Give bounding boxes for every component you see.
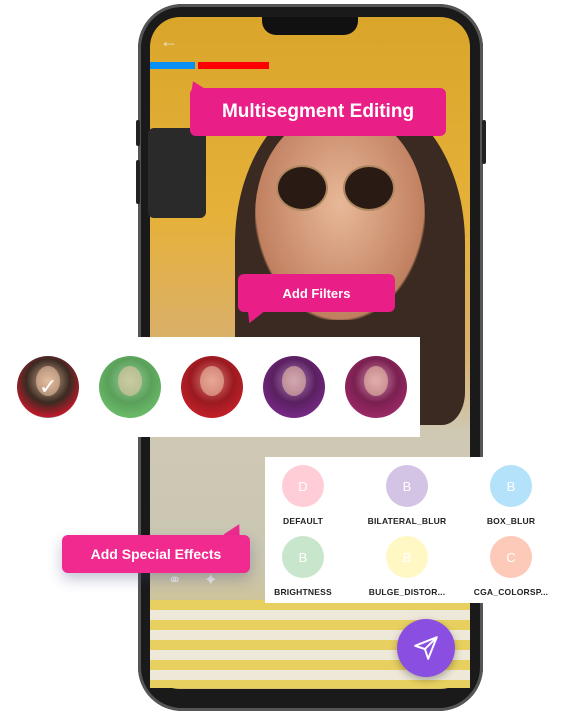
effect-avatar: D [282, 465, 324, 507]
callout-effects: Add Special Effects [62, 535, 250, 573]
effect-avatar: B [490, 465, 532, 507]
effect-item[interactable]: B BOX_BLUR [461, 465, 561, 526]
arrow-left-icon[interactable]: ← [160, 31, 178, 52]
effect-item[interactable]: B BULGE_DISTOR... [357, 536, 457, 597]
effect-label: BOX_BLUR [486, 516, 536, 526]
effect-label: CGA_COLORSP... [473, 587, 549, 597]
effect-avatar: B [282, 536, 324, 578]
filter-thumb-purple[interactable] [263, 356, 325, 418]
filter-thumb-magenta[interactable] [345, 356, 407, 418]
effects-panel: D DEFAULT B BILATERAL_BLUR B BOX_BLUR B BRIG… [265, 457, 565, 603]
magic-wand-icon[interactable]: ✦ [204, 570, 217, 590]
effect-label: BULGE_DISTOR... [368, 587, 446, 597]
effect-label: BRIGHTNESS [274, 587, 332, 597]
notch [262, 17, 358, 35]
overlapping-circles-icon[interactable]: ⚭ [168, 570, 181, 590]
photo-glasses [343, 165, 395, 211]
effect-item[interactable]: B BILATERAL_BLUR [357, 465, 457, 526]
phone-button [482, 120, 486, 164]
effect-item[interactable]: B BRIGHTNESS [253, 536, 353, 597]
phone-button [136, 120, 140, 146]
segment-2[interactable] [198, 62, 269, 69]
phone-button [136, 160, 140, 204]
effect-avatar: C [490, 536, 532, 578]
filter-thumb-green[interactable] [99, 356, 161, 418]
effect-avatar: B [386, 465, 428, 507]
effect-avatar: B [386, 536, 428, 578]
filter-thumb-red[interactable] [181, 356, 243, 418]
photo-phone [148, 128, 206, 218]
effect-label: BILATERAL_BLUR [367, 516, 447, 526]
photo-glasses [276, 165, 328, 211]
effect-item[interactable]: C CGA_COLORSP... [461, 536, 561, 597]
filter-thumb-original[interactable]: ✓ [17, 356, 79, 418]
callout-multisegment: Multisegment Editing [190, 88, 446, 136]
effect-label: DEFAULT [283, 516, 323, 526]
checkmark-icon: ✓ [39, 374, 58, 399]
send-icon [414, 636, 438, 660]
effect-item[interactable]: D DEFAULT [253, 465, 353, 526]
segment-1[interactable] [150, 62, 195, 69]
callout-filters: Add Filters [238, 274, 395, 312]
send-button[interactable] [397, 619, 455, 677]
